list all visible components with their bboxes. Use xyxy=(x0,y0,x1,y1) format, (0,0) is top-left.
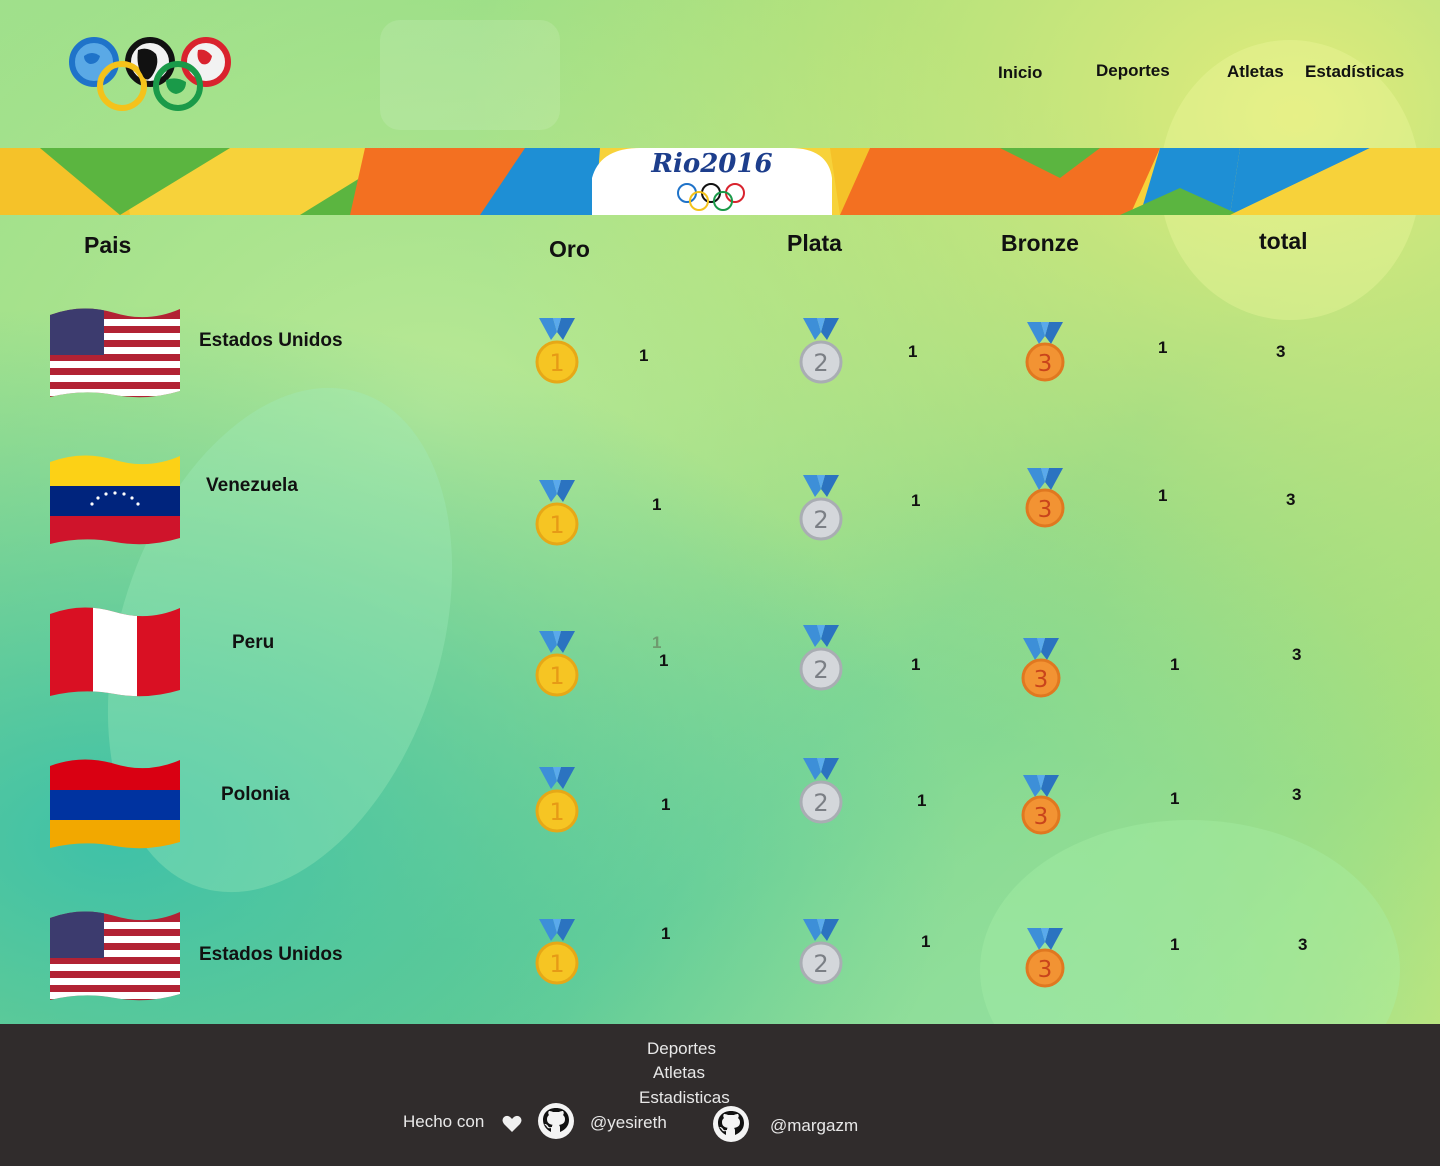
gold-medal-icon: 1 xyxy=(533,318,581,384)
oro-count: 1 xyxy=(639,346,649,365)
bronze-medal-icon: 3 xyxy=(1021,468,1069,534)
bronze-medal-icon: 3 xyxy=(1017,775,1065,841)
plata-count: 1 xyxy=(908,342,918,361)
gold-medal-icon: 1 xyxy=(533,767,581,833)
github-icon[interactable] xyxy=(712,1105,750,1143)
silver-medal-icon: 2 xyxy=(797,758,845,824)
total-count: 3 xyxy=(1286,490,1296,509)
country-name: Venezuela xyxy=(206,475,298,496)
bronze-count: 1 xyxy=(1170,789,1180,808)
svg-text:1: 1 xyxy=(549,662,564,690)
bronze-medal-icon: 3 xyxy=(1021,928,1069,994)
nav-deportes[interactable]: Deportes xyxy=(1096,61,1170,81)
nav-atletas[interactable]: Atletas xyxy=(1227,62,1284,82)
oro-count: 1 xyxy=(659,651,669,670)
bronze-count: 1 xyxy=(1170,935,1180,954)
plata-count: 1 xyxy=(921,932,931,951)
header-plata: Plata xyxy=(787,230,842,256)
silver-medal-icon: 2 xyxy=(797,919,845,985)
oro-count-faded: 1 xyxy=(652,633,662,652)
header-total: total xyxy=(1259,228,1308,254)
bronze-count: 1 xyxy=(1158,338,1168,357)
svg-text:2: 2 xyxy=(813,950,828,978)
plata-count: 1 xyxy=(911,491,921,510)
total-count: 3 xyxy=(1292,645,1302,664)
svg-text:1: 1 xyxy=(549,511,564,539)
oro-count: 1 xyxy=(661,924,671,943)
heart-icon xyxy=(502,1115,522,1132)
header-oro: Oro xyxy=(549,236,590,262)
footer: Deportes Atletas Estadisticas Hecho con … xyxy=(0,1024,1440,1166)
olympic-rings-logo[interactable] xyxy=(66,36,236,112)
total-count: 3 xyxy=(1276,342,1286,361)
svg-text:3: 3 xyxy=(1034,667,1049,693)
gold-medal-icon: 1 xyxy=(533,480,581,546)
venezuela-flag-icon xyxy=(50,455,180,545)
total-count: 3 xyxy=(1298,935,1308,954)
country-name: Peru xyxy=(232,632,275,653)
bronze-medal-icon: 3 xyxy=(1017,638,1065,704)
svg-text:1: 1 xyxy=(549,349,564,377)
usa-flag-icon xyxy=(50,911,180,1001)
svg-text:3: 3 xyxy=(1038,497,1053,523)
oro-count: 1 xyxy=(652,495,662,514)
plata-count: 1 xyxy=(917,791,927,810)
gold-medal-icon: 1 xyxy=(533,631,581,697)
country-name: Estados Unidos xyxy=(199,944,343,965)
header-bronze: Bronze xyxy=(1001,230,1079,256)
rio-2016-banner: Rio2016 xyxy=(0,148,1440,215)
plata-count: 1 xyxy=(911,655,921,674)
silver-medal-icon: 2 xyxy=(797,625,845,691)
made-with-label: Hecho con xyxy=(403,1112,485,1131)
usa-flag-icon xyxy=(50,308,180,398)
header: Inicio Deportes Atletas Estadísticas xyxy=(0,0,1440,148)
svg-text:2: 2 xyxy=(813,506,828,534)
bronze-count: 1 xyxy=(1170,655,1180,674)
rio-2016-wordmark: Rio2016 xyxy=(650,149,772,179)
github-user-yesireth[interactable]: @yesireth xyxy=(590,1113,667,1133)
svg-text:1: 1 xyxy=(549,798,564,826)
svg-text:2: 2 xyxy=(813,789,828,817)
bronze-count: 1 xyxy=(1158,486,1168,505)
gold-medal-icon: 1 xyxy=(533,919,581,985)
oro-count: 1 xyxy=(661,795,671,814)
svg-text:3: 3 xyxy=(1038,351,1053,377)
svg-text:2: 2 xyxy=(813,656,828,684)
silver-medal-icon: 2 xyxy=(797,475,845,541)
svg-text:3: 3 xyxy=(1038,957,1053,983)
svg-text:3: 3 xyxy=(1034,804,1049,830)
armenia-flag-icon xyxy=(50,759,180,849)
nav-inicio[interactable]: Inicio xyxy=(998,63,1042,83)
bronze-medal-icon: 3 xyxy=(1021,322,1069,388)
footer-link-deportes[interactable]: Deportes xyxy=(647,1039,716,1059)
peru-flag-icon xyxy=(50,607,180,697)
github-user-margazm[interactable]: @margazm xyxy=(770,1116,858,1136)
total-count: 3 xyxy=(1292,785,1302,804)
nav-estadisticas[interactable]: Estadísticas xyxy=(1305,62,1404,82)
footer-link-atletas[interactable]: Atletas xyxy=(653,1063,705,1083)
github-icon[interactable] xyxy=(537,1102,575,1140)
svg-text:2: 2 xyxy=(813,349,828,377)
silver-medal-icon: 2 xyxy=(797,318,845,384)
header-pais: Pais xyxy=(84,232,132,258)
svg-text:1: 1 xyxy=(549,950,564,978)
country-name: Estados Unidos xyxy=(199,330,343,351)
country-name: Polonia xyxy=(221,784,290,805)
